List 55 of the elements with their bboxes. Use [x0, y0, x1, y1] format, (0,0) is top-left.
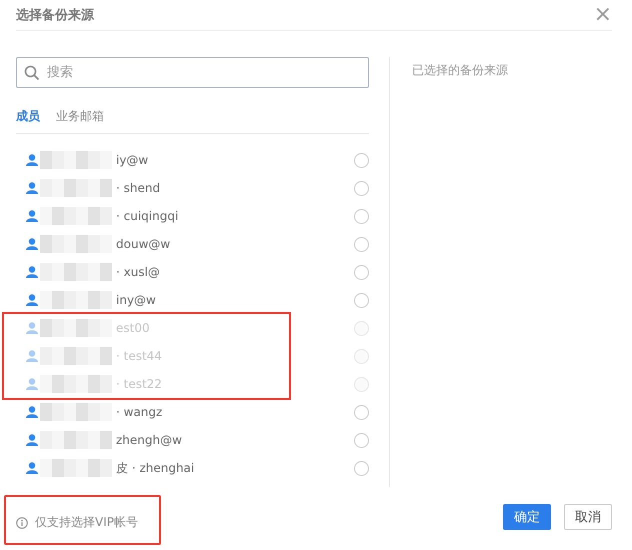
redaction-mosaic [40, 207, 112, 225]
cancel-button[interactable]: 取消 [564, 504, 612, 530]
redaction-mosaic [40, 179, 112, 197]
member-email: est00 [116, 321, 151, 335]
note-text: 仅支持选择VIP帐号 [35, 514, 138, 531]
radio-button[interactable] [354, 460, 369, 476]
redaction-mosaic [40, 235, 112, 253]
redaction-mosaic [40, 459, 112, 477]
redaction-mosaic [40, 291, 112, 309]
info-icon [16, 516, 28, 528]
tab[interactable]: 业务邮箱 [56, 108, 104, 125]
person-icon [26, 406, 38, 418]
radio-button[interactable] [354, 152, 369, 168]
tab[interactable]: 成员 [16, 108, 40, 125]
member-email: · test22 [116, 377, 163, 391]
person-icon [26, 210, 38, 222]
redaction-mosaic [40, 403, 112, 421]
member-email: douw@w [116, 237, 172, 251]
radio-button[interactable] [354, 208, 369, 224]
radio-button[interactable] [354, 432, 369, 448]
person-icon [26, 462, 38, 474]
person-icon [26, 154, 38, 166]
person-icon [26, 378, 38, 390]
person-icon [26, 294, 38, 306]
redaction-mosaic [40, 431, 112, 449]
member-email: · wangz [116, 405, 164, 419]
person-icon [26, 266, 38, 278]
member-email: iny@w [116, 293, 157, 307]
person-icon [26, 238, 38, 250]
member-email: 皮 · zhenghai [116, 460, 196, 476]
radio-button[interactable] [354, 292, 369, 308]
person-icon [26, 322, 38, 334]
confirm-button[interactable]: 确定 [503, 504, 551, 530]
member-email: · shend [116, 181, 162, 195]
dialog-title: 选择备份来源 [16, 7, 94, 24]
member-email: · test44 [116, 349, 163, 363]
member-email: · cuiqingqi [116, 209, 180, 223]
person-icon [26, 350, 38, 362]
redaction-mosaic [40, 347, 112, 365]
redaction-mosaic [40, 319, 112, 337]
member-email: iy@w [116, 153, 150, 167]
person-icon [26, 182, 38, 194]
person-icon [26, 434, 38, 446]
member-email: zhengh@w [116, 433, 183, 447]
radio-button[interactable] [354, 236, 369, 252]
panel-title: 已选择的备份来源 [412, 63, 508, 77]
close-button[interactable]: × [594, 4, 612, 26]
redaction-mosaic [40, 263, 112, 281]
redaction-mosaic [40, 151, 112, 169]
radio-button[interactable] [354, 180, 369, 196]
redaction-mosaic [40, 375, 112, 393]
search-field[interactable]: 搜索 [16, 57, 369, 88]
member-email: · xusl@ [116, 265, 161, 279]
radio-button[interactable] [354, 404, 369, 420]
radio-button[interactable] [354, 264, 369, 280]
